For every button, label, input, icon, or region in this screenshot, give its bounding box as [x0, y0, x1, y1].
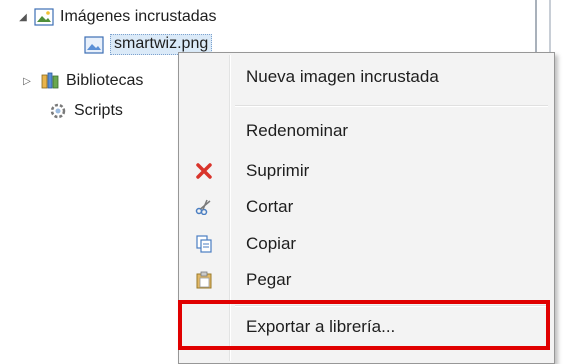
tree-node-scripts[interactable]: Scripts — [48, 102, 123, 120]
menu-item-new-embedded-image[interactable]: Nueva imagen incrustada — [182, 61, 551, 93]
delete-x-icon — [182, 163, 226, 179]
tree-node-libraries[interactable]: ▷ Bibliotecas — [22, 72, 143, 90]
script-gear-icon — [48, 102, 68, 120]
scissors-icon — [182, 199, 226, 215]
menu-item-paste[interactable]: Pegar — [182, 264, 551, 296]
library-icon — [40, 72, 60, 90]
menu-separator — [235, 105, 548, 107]
highlight-box — [178, 300, 550, 350]
menu-label-new-embedded-image: Nueva imagen incrustada — [246, 67, 439, 86]
image-file-icon — [84, 35, 104, 54]
copy-icon — [182, 235, 226, 253]
menu-label-paste: Pegar — [246, 270, 292, 289]
menu-label-delete: Suprimir — [246, 161, 310, 180]
menu-label-cut: Cortar — [246, 197, 294, 216]
collapse-arrow-icon[interactable]: ▷ — [22, 76, 32, 87]
tree-label-embedded-images: Imágenes incrustadas — [60, 8, 217, 25]
tree-label-scripts: Scripts — [74, 102, 123, 119]
clipboard-icon — [182, 271, 226, 289]
menu-item-copy[interactable]: Copiar — [182, 228, 551, 260]
expand-arrow-icon[interactable]: ◢ — [18, 12, 28, 23]
menu-item-cut[interactable]: Cortar — [182, 191, 551, 223]
tree-node-embedded-images[interactable]: ◢ Imágenes incrustadas — [18, 8, 217, 26]
tree-label-libraries: Bibliotecas — [66, 72, 144, 89]
image-folder-icon — [34, 8, 54, 26]
menu-label-copy: Copiar — [246, 234, 297, 253]
menu-item-delete[interactable]: Suprimir — [182, 155, 551, 187]
menu-item-rename[interactable]: Redenominar — [182, 115, 551, 147]
menu-label-rename: Redenominar — [246, 121, 349, 140]
